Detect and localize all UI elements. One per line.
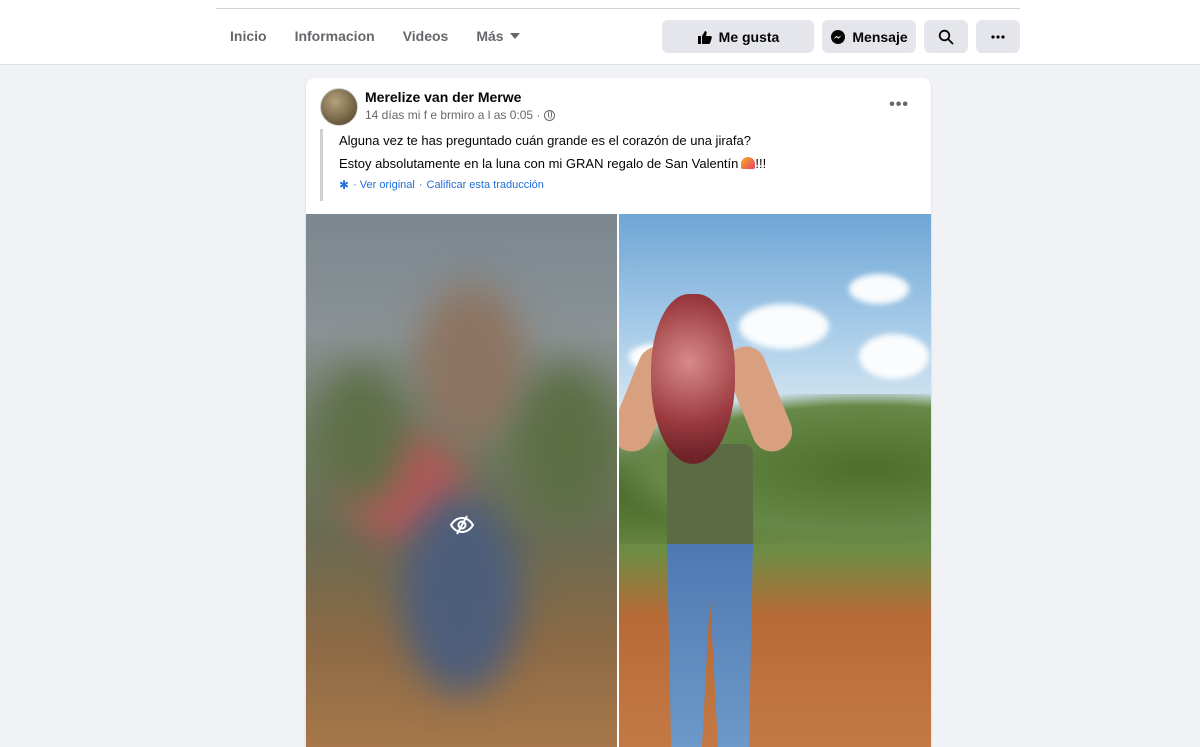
search-icon — [938, 29, 954, 44]
view-original-link[interactable]: · Ver original — [353, 179, 415, 191]
translation-bar: ✱ · Ver original · Calificar esta traduc… — [339, 178, 910, 192]
eye-slash-icon — [449, 515, 475, 535]
like-label: Me gusta — [718, 28, 780, 45]
search-button[interactable] — [924, 20, 968, 53]
separator: · — [418, 179, 423, 191]
cloud — [849, 274, 909, 304]
blur-figure — [516, 364, 616, 524]
message-label: Mensaje — [852, 28, 908, 45]
feed-post: Merelize van der Merwe 14 días mi f e br… — [306, 78, 931, 747]
page-header: Inicio Informacion Videos Más Me gusta M… — [0, 0, 1200, 65]
cloud — [739, 304, 829, 349]
tab-informacion[interactable]: Informacion — [281, 20, 389, 52]
thumbs-up-icon — [697, 30, 712, 44]
message-button[interactable]: Mensaje — [822, 20, 916, 53]
rate-translation-link[interactable]: Calificar esta traducción — [427, 179, 544, 191]
tab-label: Más — [476, 28, 504, 44]
post-media — [306, 214, 931, 747]
person-jeans — [667, 544, 753, 747]
heart-emoji-icon — [741, 157, 756, 169]
messenger-icon — [831, 29, 846, 44]
post-text-segment: !!! — [755, 156, 767, 171]
more-options-button[interactable] — [976, 20, 1020, 53]
post-text-segment: Estoy absolutamente en la luna con mi GR… — [339, 156, 739, 171]
page-actions: Me gusta Mensaje — [662, 20, 1020, 53]
post-text: Alguna vez te has preguntado cuán grande… — [320, 129, 910, 201]
tab-label: Inicio — [230, 28, 267, 44]
avatar[interactable] — [320, 88, 358, 126]
more-dots-icon — [991, 34, 1005, 39]
blur-figure — [416, 284, 526, 444]
post-timestamp[interactable]: 14 días mi f e brmiro a l as 0:05 · — [365, 108, 540, 122]
globe-icon — [544, 109, 556, 121]
like-page-button[interactable]: Me gusta — [662, 20, 814, 53]
blurred-photo[interactable] — [306, 214, 617, 747]
blur-figure — [316, 364, 406, 504]
post-author[interactable]: Merelize van der Merwe — [365, 89, 521, 105]
cloud — [859, 334, 929, 379]
person-torso — [667, 444, 753, 554]
page-nav: Inicio Informacion Videos Más — [216, 20, 534, 52]
tab-videos[interactable]: Videos — [389, 20, 463, 52]
post-text-line: Alguna vez te has preguntado cuán grande… — [339, 133, 751, 148]
post-text-line: Estoy absolutamente en la luna con mi GR… — [339, 152, 910, 175]
tab-mas[interactable]: Más — [462, 20, 533, 52]
tab-inicio[interactable]: Inicio — [216, 20, 281, 52]
caret-down-icon — [509, 33, 520, 39]
tab-label: Informacion — [294, 28, 375, 44]
tab-label: Videos — [402, 28, 449, 44]
divider — [216, 8, 1020, 9]
post-meta: 14 días mi f e brmiro a l as 0:05 · — [365, 108, 556, 122]
gear-icon: ✱ — [339, 178, 350, 192]
held-object — [651, 294, 735, 464]
post-options-button[interactable]: ••• — [889, 96, 909, 114]
post-photo[interactable] — [619, 214, 931, 747]
